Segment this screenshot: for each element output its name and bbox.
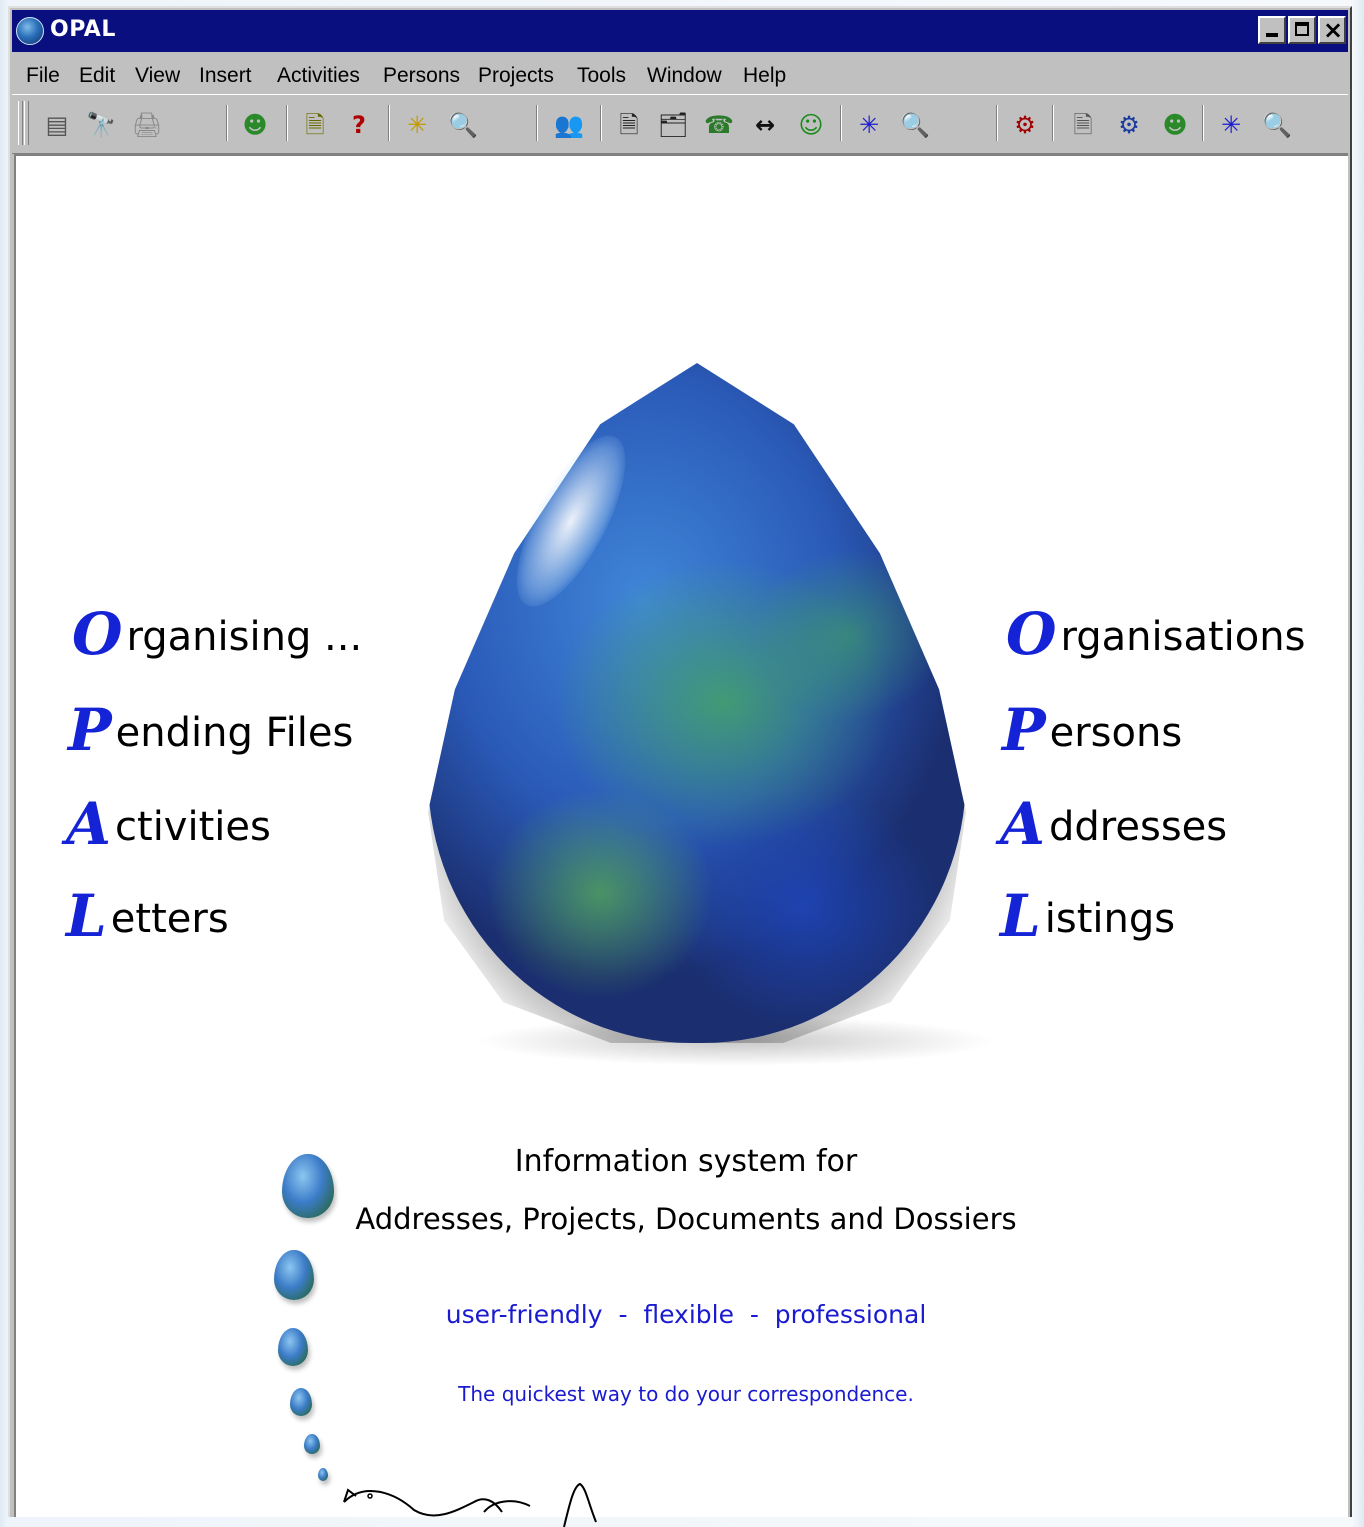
- document-search-icon[interactable]: 🔍: [446, 109, 480, 141]
- toolbar-separator: [996, 105, 998, 141]
- acronym-word: ersons: [1049, 710, 1183, 756]
- person-search-icon[interactable]: 🔍: [898, 109, 932, 141]
- opal-gemstone-image: [428, 363, 966, 1043]
- toolbar-separator: [1052, 105, 1054, 141]
- acronym-word: ddresses: [1049, 804, 1228, 850]
- minimize-button[interactable]: [1258, 16, 1286, 44]
- window-title: OPAL: [50, 17, 116, 42]
- menu-activities[interactable]: Activities: [277, 64, 360, 88]
- project-gears-icon[interactable]: ⚙: [1112, 109, 1146, 141]
- menu-projects[interactable]: Projects: [478, 64, 554, 88]
- project-link-icon[interactable]: ⚙: [1008, 109, 1042, 141]
- binoculars-search-icon[interactable]: 🔭: [84, 109, 118, 141]
- menu-bar: File Edit View Insert Activities Persons…: [12, 56, 1348, 92]
- toolbar-separator: [600, 105, 602, 141]
- right-acronym-line: Addresses: [1000, 790, 1227, 858]
- toolbar-separator: [1202, 105, 1204, 141]
- acronym-initial: O: [1006, 600, 1057, 668]
- toolbar-separator: [226, 105, 228, 141]
- maximize-icon: [1295, 22, 1309, 36]
- new-smiley-icon[interactable]: ✳: [400, 109, 434, 141]
- opal-drop-icon: [290, 1388, 312, 1416]
- project-document-icon[interactable]: 🗎: [1066, 109, 1100, 141]
- left-acronym-line: Pending Files: [68, 696, 353, 764]
- toolbar: ▤ 🔭 🖨 ☻ 🗎 ? ✳ 🔍 👥 🗎 🗂 ☎ ↔ ☺ ✳ 🔍 ⚙ 🗎 ⚙ ☻ …: [12, 94, 1348, 154]
- acronym-initial: P: [1002, 696, 1046, 764]
- acronym-initial: P: [68, 696, 112, 764]
- menu-persons[interactable]: Persons: [383, 64, 460, 88]
- maximize-button[interactable]: [1288, 16, 1316, 44]
- new-project-icon[interactable]: ✳: [1214, 109, 1248, 141]
- person-document-icon[interactable]: 🗎: [298, 109, 332, 141]
- acronym-initial: A: [1000, 790, 1046, 858]
- new-person-icon[interactable]: ✳: [852, 109, 886, 141]
- toolbar-separator: [840, 105, 842, 141]
- acronym-word: ctivities: [115, 804, 271, 850]
- menu-insert[interactable]: Insert: [199, 64, 252, 88]
- opal-drop-icon: [278, 1328, 308, 1366]
- info-subheading: Addresses, Projects, Documents and Dossi…: [355, 1202, 1017, 1236]
- splash-screen: Organising ... Pending Files Activities …: [14, 154, 1348, 1527]
- person-card-icon[interactable]: 🗂: [656, 109, 690, 141]
- menu-help[interactable]: Help: [743, 64, 786, 88]
- acronym-word: ending Files: [115, 710, 354, 756]
- opal-drop-icon: [282, 1154, 334, 1218]
- menu-view[interactable]: View: [135, 64, 180, 88]
- menu-edit[interactable]: Edit: [79, 64, 115, 88]
- left-acronym-line: Letters: [66, 882, 229, 950]
- toolbar-grip[interactable]: [18, 101, 23, 145]
- opal-drop-icon: [274, 1250, 314, 1300]
- acronym-initial: O: [72, 600, 123, 668]
- acronym-initial: L: [1000, 882, 1041, 950]
- toolbar-grip[interactable]: [24, 101, 29, 145]
- acronym-initial: L: [66, 882, 107, 950]
- list-view-icon[interactable]: ▤: [40, 109, 74, 141]
- smiley-person-icon[interactable]: ☻: [238, 109, 272, 141]
- right-acronym-line: Listings: [1000, 882, 1175, 950]
- right-acronym-line: Persons: [1002, 696, 1182, 764]
- info-heading: Information system for: [514, 1144, 858, 1179]
- project-smiley-icon[interactable]: ☻: [1158, 109, 1192, 141]
- acronym-initial: A: [66, 790, 112, 858]
- title-bar[interactable]: OPAL ×: [12, 10, 1348, 52]
- person-phone-icon[interactable]: ☎: [702, 109, 736, 141]
- menu-tools[interactable]: Tools: [577, 64, 626, 88]
- acronym-word: rganising ...: [126, 614, 363, 660]
- help-person-icon[interactable]: ?: [342, 109, 376, 141]
- toolbar-separator: [286, 105, 288, 141]
- opal-drop-icon: [318, 1468, 328, 1481]
- left-acronym-line: Activities: [66, 790, 271, 858]
- slogan: The quickest way to do your corresponden…: [458, 1382, 914, 1406]
- menu-file[interactable]: File: [26, 64, 60, 88]
- dolphin-illustration: [343, 1482, 597, 1527]
- left-acronym-line: Organising ...: [72, 600, 362, 668]
- app-window: OPAL × File Edit View Insert Activities …: [8, 6, 1352, 1527]
- close-button[interactable]: ×: [1318, 16, 1346, 44]
- opal-app-icon[interactable]: [16, 17, 44, 45]
- persons-link-icon[interactable]: ↔: [748, 109, 782, 141]
- right-acronym-line: Organisations: [1006, 600, 1305, 668]
- print-icon[interactable]: 🖨: [130, 109, 164, 141]
- acronym-word: istings: [1044, 896, 1176, 942]
- menu-window[interactable]: Window: [647, 64, 722, 88]
- toolbar-separator: [536, 105, 538, 141]
- minimize-icon: [1266, 33, 1278, 37]
- tagline: user-friendly - flexible - professional: [445, 1300, 927, 1329]
- close-icon: ×: [1323, 16, 1344, 44]
- persons-group-icon[interactable]: 👥: [552, 109, 586, 141]
- person-smiley-icon[interactable]: ☺: [794, 109, 828, 141]
- acronym-word: rganisations: [1060, 614, 1306, 660]
- acronym-word: etters: [110, 896, 229, 942]
- project-search-icon[interactable]: 🔍: [1260, 109, 1294, 141]
- toolbar-separator: [388, 105, 390, 141]
- opal-drop-icon: [304, 1434, 320, 1454]
- person-document-icon-2[interactable]: 🗎: [612, 109, 646, 141]
